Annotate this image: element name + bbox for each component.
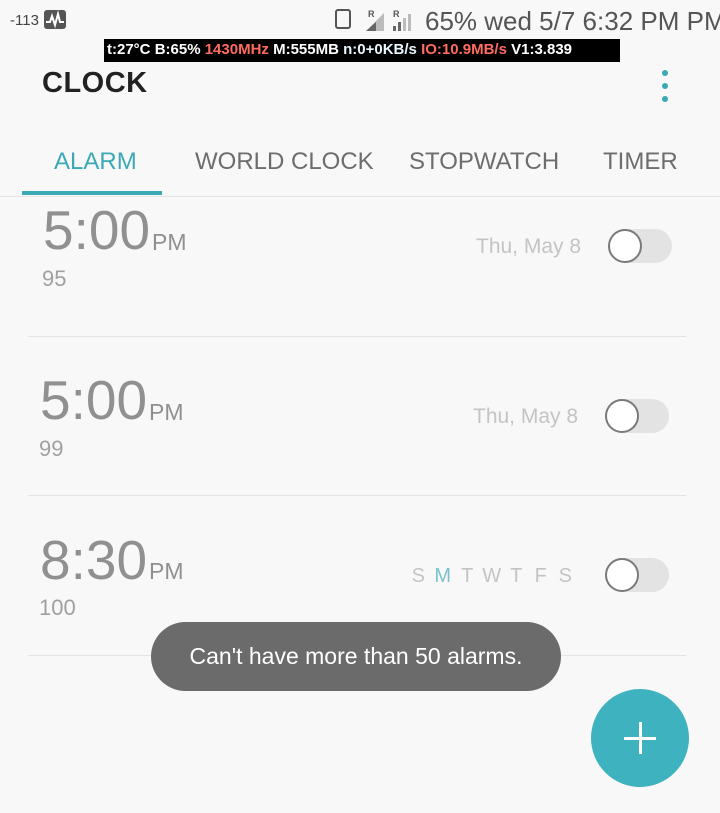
cell-signal-icon-1: [366, 13, 384, 31]
alarm-ampm: PM: [149, 399, 184, 425]
diag-version: V1:3.839: [511, 41, 573, 58]
toggle-knob: [608, 229, 642, 263]
alarm-date: Thu, May 8: [476, 235, 582, 258]
alarm-toggle[interactable]: [605, 399, 669, 433]
alarm-item[interactable]: 5:00 PM 95 Thu, May 8: [28, 196, 686, 336]
status-bar: -113 R R 65% wed 5/7 6:32 PM PM: [0, 0, 720, 44]
more-vert-icon: [662, 70, 668, 76]
alarm-toggle[interactable]: [608, 229, 672, 263]
status-battery-clock: 65% wed 5/7 6:32 PM PM: [425, 6, 720, 36]
alarm-label: 95: [42, 266, 67, 291]
day-thursday: T: [510, 565, 523, 587]
day-sunday: S: [411, 565, 425, 587]
alarm-repeat-days: SMTWTFS: [406, 565, 578, 588]
more-options-button[interactable]: [652, 66, 678, 106]
toggle-knob: [605, 558, 639, 592]
alarm-label: 99: [39, 436, 64, 461]
alarm-time: 8:30: [40, 529, 148, 591]
add-alarm-button[interactable]: [591, 689, 689, 787]
diag-temp: t:27°C: [107, 41, 151, 58]
diag-mem: M:555MB: [273, 41, 339, 58]
day-friday: F: [534, 565, 547, 587]
activity-monitor-icon: [44, 10, 66, 29]
diag-cpu: 1430MHz: [204, 41, 269, 58]
alarm-ampm: PM: [149, 558, 184, 584]
diag-net: n:0+0KB/s: [343, 41, 417, 58]
diagnostics-overlay: t:27°C B:65% 1430MHz M:555MB n:0+0KB/s I…: [104, 39, 620, 62]
signal-strength: -113: [10, 12, 39, 29]
tab-stopwatch[interactable]: STOPWATCH: [409, 148, 559, 176]
alarm-label: 100: [39, 595, 76, 620]
alarm-item[interactable]: 5:00 PM 99 Thu, May 8: [28, 337, 686, 495]
alarm-time: 5:00: [40, 369, 148, 431]
tab-timer[interactable]: TIMER: [603, 148, 678, 176]
alarm-date: Thu, May 8: [473, 405, 579, 428]
day-saturday: S: [558, 565, 572, 587]
alarm-toggle[interactable]: [605, 558, 669, 592]
alarm-ampm: PM: [152, 229, 187, 255]
day-monday: M: [434, 565, 452, 587]
day-wednesday: W: [482, 565, 502, 587]
toggle-knob: [605, 399, 639, 433]
diag-io: IO:10.9MB/s: [421, 41, 507, 58]
tab-alarm[interactable]: ALARM: [54, 148, 137, 176]
alarm-time: 5:00: [43, 199, 151, 261]
diag-battery: B:65%: [154, 41, 201, 58]
active-tab-indicator: [22, 191, 162, 195]
cell-signal-icon-2: [393, 14, 411, 31]
day-tuesday: T: [461, 565, 474, 587]
sim-card-icon: [335, 9, 351, 29]
tab-world-clock[interactable]: WORLD CLOCK: [195, 148, 374, 176]
toast-message: Can't have more than 50 alarms.: [151, 622, 561, 691]
tab-bar: ALARM WORLD CLOCK STOPWATCH TIMER: [0, 130, 720, 197]
clock-app-screen: -113 R R 65% wed 5/7 6:32 PM PM t:27°C B…: [0, 0, 720, 813]
app-title: CLOCK: [42, 67, 148, 99]
